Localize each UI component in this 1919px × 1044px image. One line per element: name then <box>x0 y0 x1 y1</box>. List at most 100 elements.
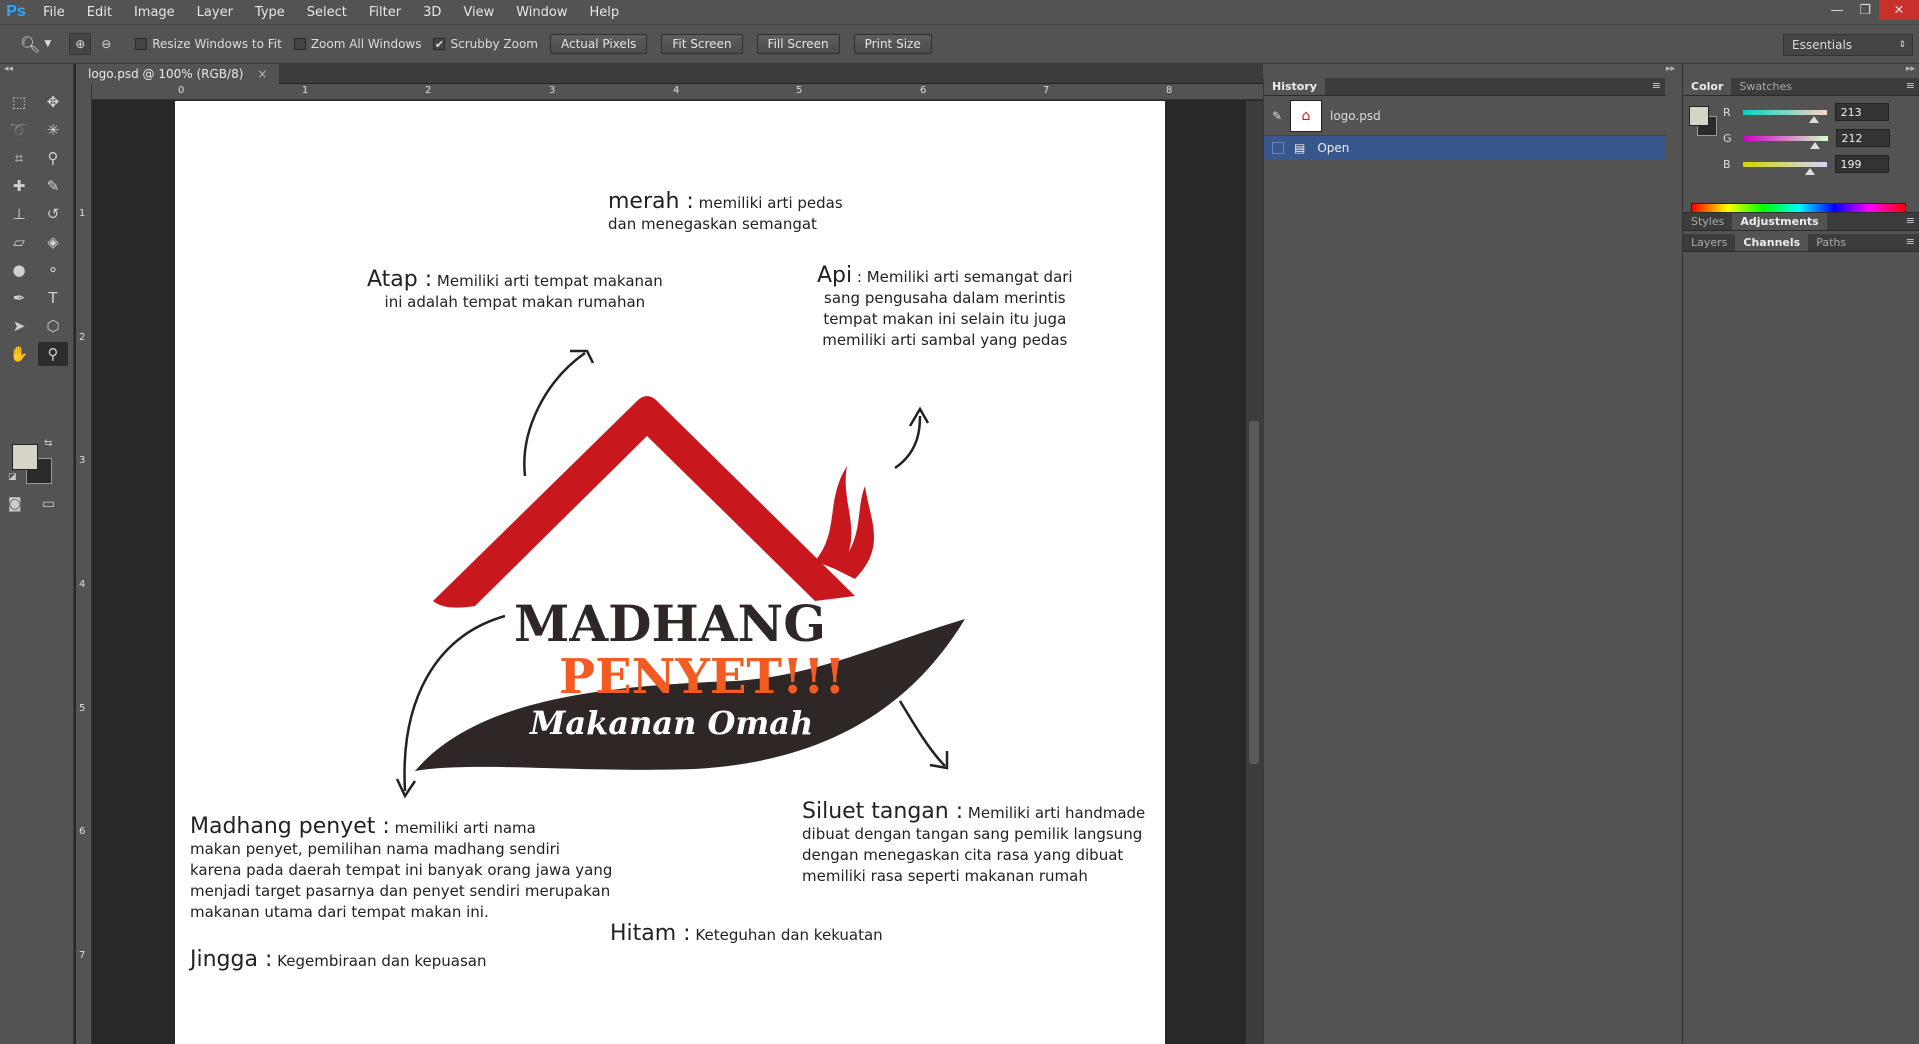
minimize-button[interactable]: — <box>1823 0 1851 20</box>
document-icon: ▤ <box>1294 141 1306 155</box>
default-colors-icon[interactable]: ◪ <box>8 472 17 482</box>
vertical-scrollbar[interactable] <box>1246 101 1263 1044</box>
lasso-tool-icon[interactable]: ➰ <box>4 118 34 142</box>
history-checkbox[interactable] <box>1272 142 1284 154</box>
tab-styles[interactable]: Styles <box>1683 213 1732 230</box>
eraser-tool-icon[interactable]: ▱ <box>4 230 34 254</box>
tab-layers[interactable]: Layers <box>1683 234 1735 251</box>
collapse-arrows-icon[interactable]: ▸▸ <box>1906 64 1915 78</box>
shape-tool-icon[interactable]: ⬡ <box>38 314 68 338</box>
history-brush-tool-icon[interactable]: ↺ <box>38 202 68 226</box>
pen-tool-icon[interactable]: ✒ <box>4 286 34 310</box>
green-slider[interactable] <box>1743 135 1828 149</box>
collapse-arrows-icon[interactable]: ◂◂ <box>4 64 13 74</box>
close-button[interactable]: ✕ <box>1879 0 1919 20</box>
menu-help[interactable]: Help <box>579 5 631 20</box>
document-tab-bar: logo.psd @ 100% (RGB/8) × <box>76 64 1263 84</box>
menu-view[interactable]: View <box>452 5 505 20</box>
close-tab-icon[interactable]: × <box>257 67 267 81</box>
hand-tool-icon[interactable]: ✋ <box>4 342 34 366</box>
crop-tool-icon[interactable]: ⌗ <box>4 146 34 170</box>
ruler-label: 1 <box>79 208 86 219</box>
slider-knob-icon[interactable] <box>1804 167 1815 175</box>
canvas-area[interactable]: merah : memiliki arti pedas dan menegask… <box>93 101 1245 1044</box>
eyedropper-tool-icon[interactable]: ⚲ <box>38 146 68 170</box>
marquee-tool-icon[interactable]: ⬚ <box>4 90 34 114</box>
slider-knob-icon[interactable] <box>1808 115 1819 123</box>
red-value-input[interactable]: 213 <box>1834 103 1889 121</box>
document-tab[interactable]: logo.psd @ 100% (RGB/8) × <box>76 64 280 84</box>
brush-tool-icon[interactable]: ✎ <box>38 174 68 198</box>
menu-layer[interactable]: Layer <box>186 5 244 20</box>
green-value-input[interactable]: 212 <box>1835 129 1890 147</box>
tab-color[interactable]: Color <box>1683 78 1732 95</box>
type-tool-icon[interactable]: T <box>38 286 68 310</box>
ruler-label: 3 <box>549 85 556 96</box>
tab-adjustments[interactable]: Adjustments <box>1732 213 1827 230</box>
slider-knob-icon[interactable] <box>1809 141 1820 149</box>
restore-button[interactable]: ❐ <box>1851 0 1879 20</box>
panel-dock-right: ▸▸ Color Swatches ≡ R 213 G 212 B 199 St… <box>1682 64 1919 1044</box>
actual-pixels-button[interactable]: Actual Pixels <box>549 34 648 54</box>
move-tool-icon[interactable]: ✥ <box>38 90 68 114</box>
history-brush-source-icon[interactable]: ✎ <box>1264 109 1290 123</box>
workspace-switcher[interactable]: Essentials ⇕ <box>1783 34 1913 56</box>
tab-channels[interactable]: Channels <box>1735 234 1809 251</box>
ruler-label: 7 <box>1043 85 1050 96</box>
color-panel-fg-swatch[interactable] <box>1689 106 1709 126</box>
tool-preset-dropdown-icon[interactable]: ▼ <box>44 39 51 49</box>
horizontal-ruler[interactable]: 0 1 2 3 4 5 6 7 8 <box>76 84 1263 100</box>
scrubby-zoom-checkbox[interactable]: ✔ Scrubby Zoom <box>433 37 538 51</box>
zoom-out-icon[interactable]: ⊖ <box>95 33 117 55</box>
menu-select[interactable]: Select <box>296 5 358 20</box>
tab-swatches[interactable]: Swatches <box>1731 78 1800 95</box>
panel-menu-icon[interactable]: ≡ <box>1906 79 1915 92</box>
menu-image[interactable]: Image <box>123 5 186 20</box>
menu-filter[interactable]: Filter <box>358 5 412 20</box>
zoom-all-windows-checkbox[interactable]: Zoom All Windows <box>293 37 421 51</box>
document-canvas[interactable]: merah : memiliki arti pedas dan menegask… <box>175 101 1165 1044</box>
panel-menu-icon[interactable]: ≡ <box>1906 235 1915 248</box>
resize-windows-checkbox[interactable]: Resize Windows to Fit <box>135 37 282 51</box>
quick-mask-icon[interactable]: ◙ <box>8 496 22 512</box>
menu-edit[interactable]: Edit <box>76 5 123 20</box>
healing-brush-tool-icon[interactable]: ✚ <box>4 174 34 198</box>
fit-screen-button[interactable]: Fit Screen <box>661 34 743 54</box>
zoom-tool-icon[interactable]: ⚲ <box>38 342 68 366</box>
collapse-arrows-icon[interactable]: ▸▸ <box>1666 64 1675 74</box>
history-snapshot[interactable]: ✎ ⌂ logo.psd <box>1264 96 1665 136</box>
red-slider[interactable] <box>1742 109 1827 123</box>
paint-bucket-tool-icon[interactable]: ◈ <box>38 230 68 254</box>
fill-screen-button[interactable]: Fill Screen <box>756 34 840 54</box>
menu-type[interactable]: Type <box>244 5 296 20</box>
vertical-ruler[interactable]: 1 2 3 4 5 6 7 <box>76 84 92 1044</box>
menu-window[interactable]: Window <box>505 5 578 20</box>
color-panel: Color Swatches ≡ R 213 G 212 B 199 <box>1683 78 1919 217</box>
zoom-tool-icon[interactable]: 🔍︎ <box>20 35 40 54</box>
panel-menu-icon[interactable]: ≡ <box>1652 79 1661 92</box>
tab-history[interactable]: History <box>1264 78 1325 95</box>
scrollbar-thumb[interactable] <box>1249 421 1259 764</box>
history-panel-tabs: History ≡ <box>1264 78 1665 96</box>
magic-wand-tool-icon[interactable]: ✳ <box>38 118 68 142</box>
blue-slider[interactable] <box>1742 161 1827 175</box>
panel-menu-icon[interactable]: ≡ <box>1906 214 1915 227</box>
red-roof-shape <box>433 396 855 608</box>
foreground-color-swatch[interactable] <box>12 444 38 470</box>
logo-makanan-omah-text: Makanan Omah <box>529 704 813 742</box>
annotation-siluet-tangan: Siluet tangan : Memiliki arti handmade d… <box>802 799 1146 886</box>
zoom-in-icon[interactable]: ⊕ <box>69 33 92 55</box>
menu-3d[interactable]: 3D <box>412 5 452 20</box>
blur-tool-icon[interactable]: ● <box>4 258 34 282</box>
annotation-jingga: Jingga : Kegembiraan dan kepuasan <box>190 947 487 972</box>
history-state-open[interactable]: ▤ Open <box>1264 136 1665 160</box>
screen-mode-icon[interactable]: ▭ <box>42 496 55 512</box>
dodge-tool-icon[interactable]: ⚬ <box>38 258 68 282</box>
swap-colors-icon[interactable]: ⇆ <box>44 438 52 449</box>
blue-value-input[interactable]: 199 <box>1834 155 1889 173</box>
tab-paths[interactable]: Paths <box>1808 234 1854 251</box>
path-selection-tool-icon[interactable]: ➤ <box>4 314 34 338</box>
clone-stamp-tool-icon[interactable]: ⊥ <box>4 202 34 226</box>
print-size-button[interactable]: Print Size <box>853 34 932 54</box>
menu-file[interactable]: File <box>32 5 76 20</box>
